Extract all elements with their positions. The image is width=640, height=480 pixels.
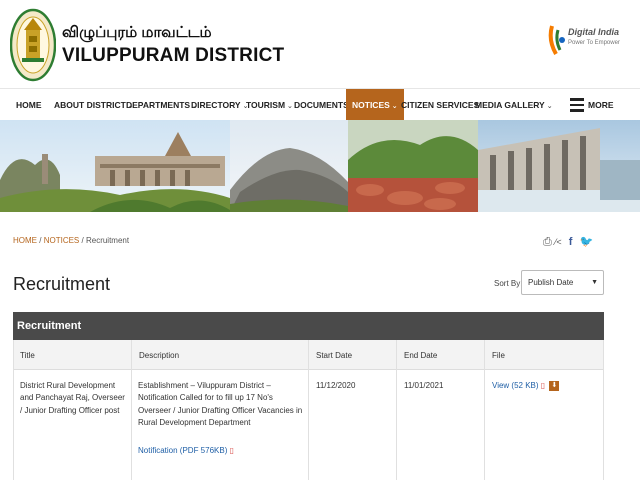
nav-home-label: HOME xyxy=(16,100,42,110)
nav-more-label: MORE xyxy=(588,100,614,110)
row-title: District Rural Development and Panchayat… xyxy=(20,381,125,415)
district-title-english: VILUPPURAM DISTRICT xyxy=(62,45,285,66)
table-border xyxy=(13,340,14,480)
nav-home[interactable]: HOME xyxy=(16,89,42,121)
file-view-link[interactable]: View (52 KB) ▯ ⬇ xyxy=(492,380,560,392)
breadcrumb-current: Recruitment xyxy=(85,236,130,245)
file-view-text[interactable]: View (52 KB) xyxy=(492,381,539,390)
sort-by-label: Sort By: xyxy=(494,279,523,288)
dropdown-arrow-icon: ▼ xyxy=(591,279,598,286)
download-icon[interactable]: ⬇ xyxy=(549,380,560,391)
tamil-nadu-emblem-icon[interactable] xyxy=(10,8,56,82)
table-divider xyxy=(308,340,309,480)
print-icon[interactable]: ⎙ xyxy=(543,236,552,248)
nav-citizen-services-label: CITIZEN SERVICES xyxy=(401,100,480,110)
nav-departments[interactable]: DEPARTMENTS ⌄ xyxy=(126,89,198,121)
breadcrumb: HOME / NOTICES / Recruitment xyxy=(13,236,129,245)
nav-directory-label: DIRECTORY xyxy=(191,100,241,110)
twitter-icon[interactable]: 🐦 xyxy=(579,236,593,248)
main-navigation: HOME ABOUT DISTRICT ⌄ DEPARTMENTS ⌄ DIRECT… xyxy=(0,88,640,121)
table-caption: Recruitment xyxy=(13,312,604,340)
share-icon[interactable]: ⁄< xyxy=(555,237,562,247)
share-toolbar: ⎙ ⁄< f 🐦 xyxy=(543,235,593,249)
nav-departments-label: DEPARTMENTS xyxy=(126,100,191,110)
nav-about-district-label: ABOUT DISTRICT xyxy=(54,100,126,110)
chevron-down-icon: ⌄ xyxy=(391,103,398,110)
column-header-file: File xyxy=(492,351,505,360)
sort-by-value: Publish Date xyxy=(528,278,574,287)
nav-media-gallery-label: MEDIA GALLERY xyxy=(475,100,545,110)
hamburger-menu-icon[interactable] xyxy=(570,98,584,112)
site-header: விழுப்புரம் மாவட்டம் VILUPPURAM DISTRICT… xyxy=(0,0,640,88)
chevron-down-icon: ⌄ xyxy=(287,103,293,110)
breadcrumb-notices[interactable]: NOTICES xyxy=(44,236,80,245)
nav-notices-label: NOTICES xyxy=(352,100,390,110)
nav-tourism[interactable]: TOURISM ⌄ xyxy=(246,89,293,121)
table-border xyxy=(603,340,604,480)
table-divider xyxy=(396,340,397,480)
column-header-title: Title xyxy=(20,351,35,360)
nav-tourism-label: TOURISM xyxy=(246,100,286,110)
nav-media-gallery[interactable]: MEDIA GALLERY ⌄ xyxy=(475,89,553,121)
breadcrumb-separator: / xyxy=(39,236,42,245)
digital-india-text: Digital India xyxy=(568,27,620,37)
notification-link-text[interactable]: Notification (PDF 576KB) xyxy=(138,446,227,455)
chevron-down-icon: ⌄ xyxy=(546,103,553,110)
facebook-icon[interactable]: f xyxy=(569,236,573,248)
column-header-start-date: Start Date xyxy=(316,351,353,360)
column-header-end-date: End Date xyxy=(404,351,438,360)
row-end-date: 11/01/2021 xyxy=(404,381,444,390)
nav-about-district[interactable]: ABOUT DISTRICT ⌄ xyxy=(54,89,134,121)
digital-india-tagline: Power To Empower xyxy=(568,40,620,46)
district-banner-image xyxy=(0,120,640,212)
row-start-date: 11/12/2020 xyxy=(316,381,356,390)
nav-directory[interactable]: DIRECTORY ⌄ xyxy=(191,89,248,121)
nav-notices[interactable]: NOTICES ⌄ xyxy=(346,89,404,121)
district-title-tamil: விழுப்புரம் மாவட்டம் xyxy=(62,24,212,41)
sort-by-select[interactable]: Publish Date ▼ xyxy=(521,270,604,295)
table-divider xyxy=(484,340,485,480)
breadcrumb-separator: / xyxy=(81,236,84,245)
column-header-description: Description xyxy=(139,351,180,360)
pdf-icon: ▯ xyxy=(540,381,546,390)
nav-more[interactable]: MORE xyxy=(588,89,614,121)
pdf-icon: ▯ xyxy=(229,446,235,455)
nav-documents-label: DOCUMENTS xyxy=(294,100,349,110)
nav-citizen-services[interactable]: CITIZEN SERVICES xyxy=(401,89,479,121)
page-title: Recruitment xyxy=(13,274,111,294)
notification-pdf-link[interactable]: Notification (PDF 576KB) ▯ xyxy=(138,445,304,457)
row-description: Establishment – Viluppuram District – No… xyxy=(138,381,303,428)
breadcrumb-home[interactable]: HOME xyxy=(13,236,37,245)
table-divider xyxy=(131,340,132,480)
